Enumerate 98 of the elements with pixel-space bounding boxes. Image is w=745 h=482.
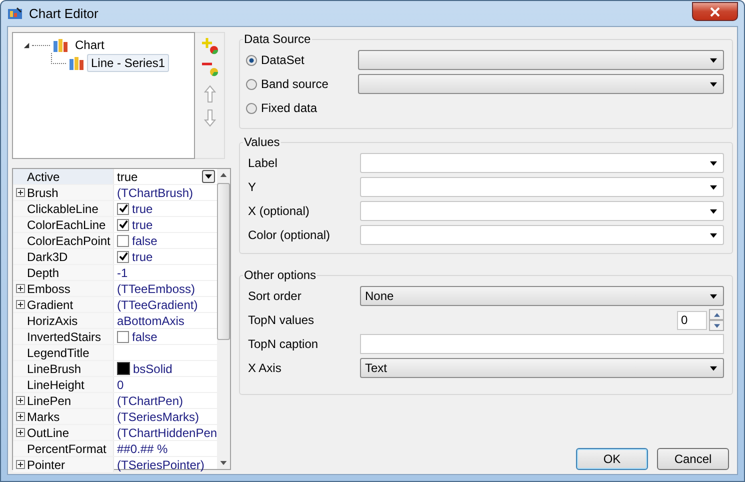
number-field[interactable]: 0 (677, 310, 707, 330)
property-value[interactable]: true (114, 201, 218, 216)
property-name: Brush (13, 185, 114, 200)
scrollbar[interactable] (217, 169, 230, 469)
caret-icon (710, 58, 717, 62)
expand-icon[interactable] (16, 428, 27, 437)
expand-icon[interactable] (16, 460, 27, 469)
property-value[interactable]: (TChartHiddenPen (114, 425, 218, 440)
property-value[interactable]: -1 (114, 265, 218, 280)
property-value[interactable]: true (114, 249, 218, 264)
property-value[interactable]: (TSeriesPointer) (114, 457, 218, 472)
tree-item[interactable]: Chart (71, 36, 108, 54)
caret-icon (714, 324, 720, 328)
add-series-icon[interactable] (200, 37, 218, 55)
tree-item[interactable]: Line - Series1 (87, 54, 170, 72)
dropdown[interactable]: None (360, 286, 724, 306)
property-name: Marks (13, 409, 114, 424)
expand-icon[interactable] (16, 412, 27, 421)
expand-icon[interactable] (16, 284, 27, 293)
property-name: Pointer (13, 457, 114, 472)
expand-arrow-icon[interactable] (23, 42, 32, 48)
property-name: Active (13, 169, 114, 184)
property-name: HorizAxis (13, 313, 114, 328)
property-name: InvertedStairs (13, 329, 114, 344)
property-name: LineBrush (13, 361, 114, 376)
radio-option[interactable]: Band source (246, 77, 358, 91)
scroll-down-icon[interactable] (220, 461, 228, 465)
expand-icon[interactable] (16, 300, 27, 309)
checkbox[interactable] (117, 218, 129, 230)
property-name: LegendTitle (13, 345, 114, 360)
dropdown[interactable] (358, 50, 724, 70)
checkbox[interactable] (117, 202, 129, 214)
scroll-up-icon[interactable] (220, 173, 228, 177)
ok-button[interactable]: OK (576, 448, 648, 470)
property-name: Depth (13, 265, 114, 280)
field-label: X (optional) (247, 204, 310, 218)
field-label: X Axis (247, 361, 282, 375)
radio-option[interactable]: DataSet (246, 53, 358, 67)
expand-icon[interactable] (16, 396, 27, 405)
caret-icon (710, 160, 717, 166)
caret-icon (710, 366, 717, 370)
property-name: Gradient (13, 297, 114, 312)
group-title: Values (243, 135, 281, 149)
caret-icon (710, 208, 717, 214)
group-title: Other options (243, 268, 318, 282)
caret-icon (710, 82, 717, 86)
dropdown-button[interactable] (202, 170, 216, 183)
property-value[interactable]: (TSeriesMarks) (114, 409, 218, 424)
property-value[interactable]: true (114, 217, 218, 232)
up-caret-icon (714, 312, 720, 316)
expand-icon[interactable] (16, 188, 27, 197)
property-name: LineHeight (13, 377, 114, 392)
property-value[interactable]: (TChartPen) (114, 393, 218, 408)
close-icon (710, 6, 720, 16)
input-field[interactable] (360, 334, 724, 354)
cancel-button[interactable]: Cancel (657, 448, 729, 470)
property-name: LinePen (13, 393, 114, 408)
group-title: Data Source (243, 32, 312, 46)
property-value[interactable]: (TTeeEmboss) (114, 281, 218, 296)
checkbox[interactable] (117, 330, 129, 342)
window-title: Chart Editor (29, 6, 98, 21)
property-value[interactable]: (TChartBrush) (114, 185, 218, 200)
property-value[interactable]: ##0.## % (114, 441, 218, 456)
checkbox[interactable] (117, 250, 129, 262)
chart-editor-icon (7, 6, 23, 22)
bar-chart-icon (68, 55, 85, 71)
radio-option[interactable]: Fixed data (246, 101, 358, 115)
dropdown[interactable] (358, 74, 724, 94)
property-name: ColorEachPoint (13, 233, 114, 248)
property-name: OutLine (13, 425, 114, 440)
property-name: Dark3D (13, 249, 114, 264)
property-name: Emboss (13, 281, 114, 296)
field-label: Color (optional) (247, 228, 332, 242)
close-button[interactable] (692, 2, 738, 21)
bar-chart-icon (52, 37, 69, 53)
property-value[interactable]: false (114, 329, 218, 344)
field-label: Y (247, 180, 258, 194)
field-label: TopN values (247, 313, 316, 327)
caret-icon (710, 184, 717, 190)
caret-icon (710, 232, 717, 238)
property-name: ColorEachLine (13, 217, 114, 232)
caret-icon (205, 174, 212, 179)
property-value[interactable]: 0 (114, 377, 218, 392)
property-value[interactable]: bsSolid (114, 361, 218, 376)
property-name: PercentFormat (13, 441, 114, 456)
property-value[interactable]: aBottomAxis (114, 313, 218, 328)
field-label: TopN caption (247, 337, 320, 351)
field-label: Label (247, 156, 278, 170)
property-value[interactable]: true (114, 169, 218, 184)
property-value[interactable]: (TTeeGradient) (114, 297, 218, 312)
remove-series-icon[interactable] (200, 61, 218, 79)
property-name: ClickableLine (13, 201, 114, 216)
checkbox[interactable] (117, 234, 129, 246)
field-label: Sort order (247, 289, 302, 303)
property-value[interactable]: false (114, 233, 218, 248)
spin-buttons[interactable] (709, 309, 724, 331)
caret-icon (710, 294, 717, 298)
dropdown[interactable]: Text (360, 358, 724, 378)
